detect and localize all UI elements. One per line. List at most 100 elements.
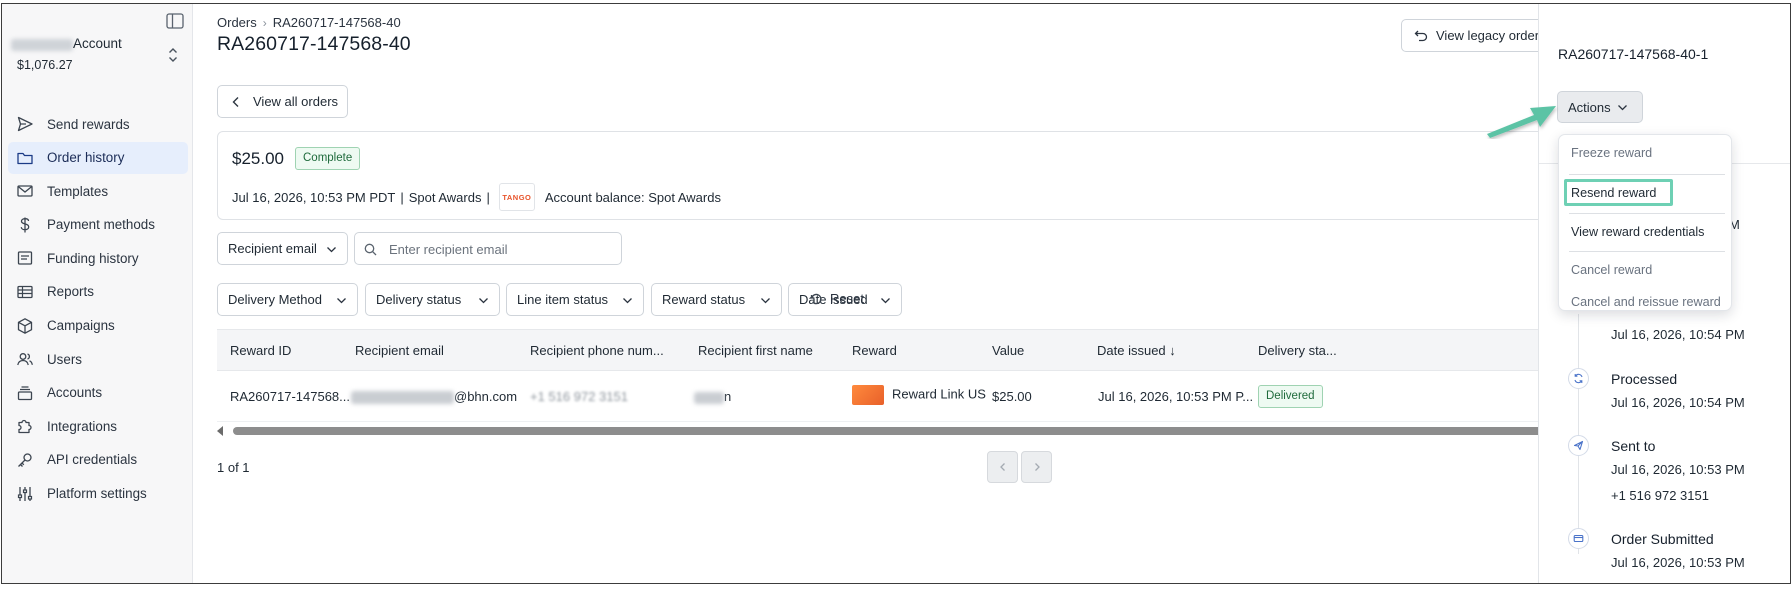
cell-recipient-first-name: n xyxy=(694,389,731,404)
breadcrumb-orders-link[interactable]: Orders xyxy=(217,15,257,30)
menu-cancel-reward[interactable]: Cancel reward xyxy=(1571,263,1652,277)
menu-cancel-and-reissue-reward[interactable]: Cancel and reissue reward xyxy=(1571,295,1721,309)
sidebar-item-reports[interactable]: Reports xyxy=(8,276,188,308)
reward-status-filter[interactable]: Reward status xyxy=(651,283,782,316)
sidebar-item-platform-settings[interactable]: Platform settings xyxy=(8,478,188,510)
sidebar-item-send-rewards[interactable]: Send rewards xyxy=(8,108,188,140)
users-icon xyxy=(16,350,34,368)
scroll-thumb[interactable] xyxy=(233,427,1547,435)
reset-filters-button[interactable]: Reset xyxy=(809,291,864,306)
dollar-icon xyxy=(16,216,34,234)
sidebar-item-label: Payment methods xyxy=(47,217,155,233)
annotation-arrow-icon xyxy=(1487,106,1556,138)
actions-label: Actions xyxy=(1568,99,1611,115)
col-date-issued[interactable]: Date issued ↓ xyxy=(1097,343,1176,358)
sidebar-item-api-credentials[interactable]: API credentials xyxy=(8,444,188,476)
timeline-label: Order Submitted xyxy=(1611,531,1714,547)
recipient-search-input[interactable] xyxy=(389,239,614,259)
sidebar-item-label: Platform settings xyxy=(47,486,147,502)
menu-divider xyxy=(1569,251,1725,252)
cell-reward-id: RA260717-147568... xyxy=(230,389,350,404)
menu-divider xyxy=(1569,213,1725,214)
resend-highlight-box xyxy=(1564,179,1673,206)
col-delivery-status[interactable]: Delivery sta... xyxy=(1258,343,1337,358)
app-window: Account $1,076.27 Send rewards Order his… xyxy=(1,3,1791,584)
refresh-icon xyxy=(1568,368,1589,389)
delivery-method-filter[interactable]: Delivery Method xyxy=(217,283,358,316)
sidebar-item-payment-methods[interactable]: Payment methods xyxy=(8,209,188,241)
timeline-detail: +1 516 972 3151 xyxy=(1611,488,1709,503)
chevron-down-icon xyxy=(336,295,347,306)
menu-divider xyxy=(1569,174,1725,175)
timeline-label: Processed xyxy=(1611,371,1678,387)
scroll-left-icon[interactable] xyxy=(217,426,223,436)
line-item-status-filter[interactable]: Line item status xyxy=(506,283,644,316)
cell-recipient-email: @bhn.com xyxy=(351,389,517,405)
filter-label: Delivery status xyxy=(376,292,462,307)
meta-divider: | xyxy=(486,189,490,205)
cell-date-issued: Jul 16, 2026, 10:53 PM P... xyxy=(1098,389,1254,404)
timeline-date: Jul 16, 2026, 10:54 PM xyxy=(1611,395,1745,410)
chevron-down-icon xyxy=(622,295,633,306)
chevron-down-icon xyxy=(880,295,891,306)
table-row[interactable]: RA260717-147568... @bhn.com +1 516 972 3… xyxy=(217,371,1547,422)
pagination-count: 1 of 1 xyxy=(217,460,250,475)
col-reward[interactable]: Reward xyxy=(852,343,897,358)
sidebar-item-label: Users xyxy=(47,351,82,367)
account-switcher[interactable]: Account $1,076.27 xyxy=(11,36,181,76)
sidebar-item-users[interactable]: Users xyxy=(8,343,188,375)
chevron-right-icon xyxy=(1034,463,1040,471)
col-recipient-phone[interactable]: Recipient phone num... xyxy=(530,343,664,358)
view-legacy-order-label: View legacy order xyxy=(1436,28,1540,43)
reset-icon xyxy=(809,292,823,306)
filter-label: Line item status xyxy=(517,292,609,307)
sidebar-item-campaigns[interactable]: Campaigns xyxy=(8,310,188,342)
account-label: Account xyxy=(73,36,122,51)
sidebar-item-funding-history[interactable]: Funding history xyxy=(8,242,188,274)
menu-view-reward-credentials[interactable]: View reward credentials xyxy=(1571,225,1704,239)
receipt-icon xyxy=(16,249,34,267)
breadcrumb-current: RA260717-147568-40 xyxy=(272,15,401,30)
sidebar-item-order-history[interactable]: Order history xyxy=(8,141,188,174)
order-meta: Jul 16, 2026, 10:53 PM PDT | Spot Awards… xyxy=(232,183,721,211)
reward-card-icon xyxy=(852,385,884,405)
delivery-status-badge: Delivered xyxy=(1258,385,1323,408)
sidebar-item-label: Funding history xyxy=(47,250,139,266)
cell-value: $25.00 xyxy=(992,389,1032,404)
sidebar-item-integrations[interactable]: Integrations xyxy=(8,410,188,442)
col-recipient-email[interactable]: Recipient email xyxy=(355,343,444,358)
sidebar-item-label: Campaigns xyxy=(47,318,115,334)
chevron-down-icon xyxy=(1617,102,1628,113)
sidebar-item-label: API credentials xyxy=(47,452,138,468)
next-page-button[interactable] xyxy=(1021,451,1052,483)
table-horizontal-scrollbar[interactable] xyxy=(217,425,1547,437)
sidebar-item-label: Accounts xyxy=(47,385,103,401)
col-recipient-first-name[interactable]: Recipient first name xyxy=(698,343,813,358)
actions-menu: Freeze reward Resend reward View reward … xyxy=(1558,134,1732,311)
sidebar: Account $1,076.27 Send rewards Order his… xyxy=(2,4,193,583)
sidebar-item-templates[interactable]: Templates xyxy=(8,175,188,207)
prev-page-button[interactable] xyxy=(987,451,1018,483)
sidebar-item-label: Reports xyxy=(47,284,94,300)
view-all-orders-button[interactable]: View all orders xyxy=(217,85,348,118)
chevron-down-icon xyxy=(326,244,337,255)
timeline-line xyxy=(1578,314,1579,554)
menu-freeze-reward[interactable]: Freeze reward xyxy=(1571,146,1652,160)
col-value[interactable]: Value xyxy=(992,343,1024,358)
filter-label: Reward status xyxy=(662,292,746,307)
actions-button[interactable]: Actions xyxy=(1557,91,1643,123)
sidebar-item-label: Send rewards xyxy=(47,116,130,132)
sidebar-collapse-icon[interactable] xyxy=(166,13,184,29)
puzzle-icon xyxy=(16,417,34,435)
breadcrumb: Orders › RA260717-147568-40 xyxy=(217,15,401,30)
send-icon xyxy=(16,115,34,133)
col-reward-id[interactable]: Reward ID xyxy=(230,343,291,358)
page-title: RA260717-147568-40 xyxy=(217,33,411,55)
sidebar-item-accounts[interactable]: Accounts xyxy=(8,377,188,409)
sliders-icon xyxy=(16,485,34,503)
recipient-field-select[interactable]: Recipient email xyxy=(217,232,348,265)
view-legacy-order-button[interactable]: View legacy order xyxy=(1401,19,1561,52)
delivery-status-filter[interactable]: Delivery status xyxy=(365,283,500,316)
table-header: Reward ID Recipient email Recipient phon… xyxy=(217,329,1547,371)
recipient-field-label: Recipient email xyxy=(228,241,317,256)
